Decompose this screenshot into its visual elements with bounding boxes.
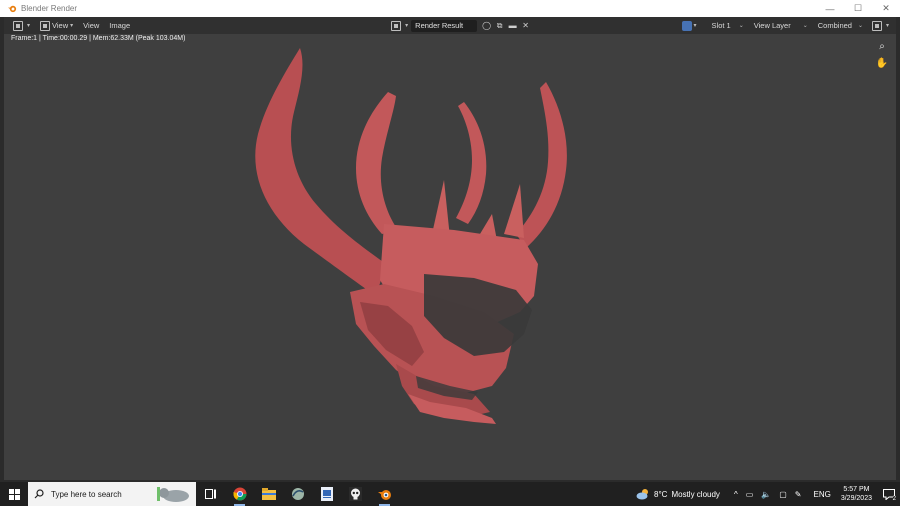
- taskbar-chrome[interactable]: [225, 482, 254, 506]
- clock-time: 5:57 PM: [843, 486, 870, 493]
- window-title: Blender Render: [21, 4, 78, 13]
- chevron-down-icon: ▾: [405, 23, 409, 29]
- blender-render-window: Blender Render — ☐ ✕ ▾ View ▾ View Image…: [0, 0, 900, 482]
- rendered-demon-skull: [255, 48, 567, 424]
- duplicate-icon[interactable]: ⧉: [494, 20, 505, 31]
- display-icon[interactable]: ▢: [779, 490, 787, 499]
- chevron-down-icon: ⌄: [857, 23, 863, 29]
- render-viewport[interactable]: Frame:1 | Time:00:00.29 | Mem:62.33M (Pe…: [4, 34, 896, 480]
- manatee-search-highlight-icon: [157, 487, 189, 502]
- folder-icon[interactable]: ▬: [507, 20, 518, 31]
- notification-center-button[interactable]: 2: [878, 482, 900, 506]
- view-layer-dropdown[interactable]: View Layer ⌄: [750, 19, 812, 32]
- pass-dropdown[interactable]: Combined ⌄: [814, 19, 867, 32]
- blender-logo-icon: [8, 5, 17, 13]
- view-mode-dropdown[interactable]: View ▾: [37, 19, 76, 32]
- slot-dropdown[interactable]: Slot 1 ⌄: [708, 19, 748, 32]
- spike-2: [504, 184, 524, 238]
- taskbar-skull-app[interactable]: [341, 482, 370, 506]
- horn-2: [356, 92, 398, 234]
- chevron-down-icon: ▾: [693, 23, 697, 29]
- system-tray: 8°C Mostly cloudy ^ ▭ 🔈 ▢ ✎ ENG 5:57 PM …: [636, 482, 900, 506]
- chevron-down-icon: ▾: [70, 23, 74, 29]
- unlink-x-icon[interactable]: ✕: [520, 20, 531, 31]
- menu-image[interactable]: Image: [106, 19, 133, 32]
- slot-label: Slot 1: [711, 21, 731, 30]
- skull-app-icon: [349, 487, 362, 501]
- clock-date: 3/29/2023: [840, 495, 872, 502]
- chevron-up-icon[interactable]: ^: [734, 490, 738, 499]
- header-right: ▾ Slot 1 ⌄ View Layer ⌄ Combined ⌄ ▾: [679, 19, 896, 32]
- clock[interactable]: 5:57 PM 3/29/2023: [841, 485, 872, 503]
- language-indicator[interactable]: ENG: [814, 490, 831, 499]
- folder-icon: [261, 488, 276, 500]
- chevron-down-icon: ⌄: [802, 23, 808, 29]
- pen-icon[interactable]: ✎: [795, 490, 802, 499]
- sidebar-icon: [871, 20, 882, 31]
- search-icon: [34, 489, 44, 499]
- document-app-icon: [320, 487, 333, 501]
- browse-image-button[interactable]: ▾: [388, 19, 411, 32]
- view-layer-label: View Layer: [753, 21, 791, 30]
- windows-taskbar: Type here to search 8°C Mostly cloudy ^ …: [0, 482, 900, 506]
- horn-3: [456, 102, 487, 224]
- view-mode-icon: [40, 20, 51, 31]
- task-view-icon: [204, 489, 216, 499]
- close-button[interactable]: ✕: [872, 0, 900, 17]
- taskbar-document-app[interactable]: [312, 482, 341, 506]
- search-placeholder: Type here to search: [51, 489, 122, 499]
- minimize-button[interactable]: —: [816, 0, 844, 17]
- display-channels-icon: [681, 20, 692, 31]
- maximize-button[interactable]: ☐: [844, 0, 872, 17]
- weather-cloudy-icon: [636, 489, 649, 500]
- title-bar: Blender Render — ☐ ✕: [0, 0, 900, 17]
- taskbar-file-explorer[interactable]: [254, 482, 283, 506]
- start-button[interactable]: [0, 482, 28, 506]
- shield-icon[interactable]: ◯: [481, 20, 492, 31]
- chevron-down-icon: ⌄: [738, 23, 744, 29]
- view-mode-label: View: [52, 21, 69, 30]
- image-browser: ▾ Render Result ◯ ⧉ ▬ ✕: [388, 19, 532, 32]
- weather-desc[interactable]: Mostly cloudy: [671, 490, 719, 499]
- display-channels-button[interactable]: ▾: [679, 19, 700, 32]
- pass-label: Combined: [817, 21, 852, 30]
- menu-view[interactable]: View: [80, 19, 102, 32]
- windows-logo-icon: [8, 488, 20, 500]
- task-view-button[interactable]: [196, 482, 225, 506]
- image-editor-icon: [13, 20, 23, 31]
- taskbar-app-orb[interactable]: [283, 482, 312, 506]
- chrome-icon: [233, 487, 246, 501]
- battery-icon[interactable]: ▭: [746, 490, 754, 499]
- blender-icon: [377, 490, 391, 500]
- taskbar-search[interactable]: Type here to search: [28, 482, 196, 506]
- chevron-down-icon: ▾: [885, 23, 889, 29]
- chevron-down-icon: ▾: [27, 23, 31, 29]
- image-browse-icon: [391, 20, 402, 31]
- app-orb-icon: [291, 488, 304, 500]
- notification-count: 2: [892, 496, 896, 502]
- image-name-field[interactable]: Render Result: [411, 19, 478, 32]
- editor-type-button[interactable]: ▾: [10, 19, 33, 32]
- weather-temp[interactable]: 8°C: [654, 490, 667, 499]
- image-editor-header: ▾ View ▾ View Image ▾ Render Result ◯ ⧉ …: [4, 17, 896, 34]
- horn-4: [516, 82, 567, 248]
- volume-icon[interactable]: 🔈: [761, 490, 771, 499]
- taskbar-blender[interactable]: [370, 482, 399, 506]
- sidebar-toggle-button[interactable]: ▾: [869, 19, 892, 32]
